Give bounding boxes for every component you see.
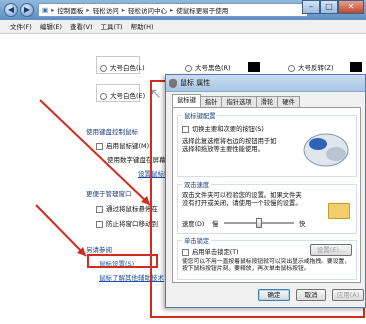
button-config-heading: 鼠标键配置: [182, 111, 218, 120]
double-click-heading: 双击速度: [182, 180, 212, 189]
speed-label: 速度(D): [182, 221, 205, 228]
dialog-tabs: 鼠标键 指针 指针选项 滑轮 硬件: [172, 94, 300, 107]
click-lock-group: 单击锁定 启用单击锁定(T) 设置(E)... 使您可以不用一直按着鼠标按钮就可…: [177, 236, 357, 280]
click-lock-heading: 单击锁定: [182, 236, 212, 245]
tab-pointer-options[interactable]: 指针选项: [221, 96, 257, 107]
switch-buttons-option[interactable]: 切换主要和次要的按钮(S): [182, 124, 264, 133]
checkbox[interactable]: [182, 248, 189, 256]
slow-label: 慢: [212, 221, 219, 228]
buttons-tab-panel: 鼠标键配置 切换主要和次要的按钮(S) 选择此复选框将右边的按钮用于如选择和拖放…: [172, 107, 361, 283]
tab-pointers[interactable]: 指针: [199, 96, 223, 107]
arrow-line-bottom: [35, 204, 87, 257]
double-click-desc: 双击文件夹可以检验您的设置。如果文件夹没有打开或关闭，请使用一个较慢的设置。: [182, 192, 302, 207]
click-lock-settings-button[interactable]: 设置(E)...: [310, 244, 352, 256]
dialog-title: 鼠标 属性: [180, 79, 211, 87]
double-click-group: 双击速度 双击文件夹可以检验您的设置。如果文件夹没有打开或关闭，请使用一个较慢的…: [177, 180, 357, 234]
tab-wheel[interactable]: 滑轮: [255, 96, 279, 107]
fast-label: 快: [299, 221, 306, 228]
button-config-group: 鼠标键配置 切换主要和次要的按钮(S) 选择此复选框将右边的按钮用于如选择和拖放…: [177, 111, 357, 177]
arrow-line-top: [39, 99, 151, 206]
ok-button[interactable]: 确定: [258, 289, 290, 301]
mouse-image-icon: [303, 133, 349, 167]
tab-hardware[interactable]: 硬件: [277, 96, 300, 107]
speed-slider-thumb[interactable]: [256, 218, 262, 228]
apply-button[interactable]: 应用(A): [332, 289, 364, 301]
click-lock-option[interactable]: 启用单击锁定(T): [182, 247, 239, 256]
cancel-button[interactable]: 取消: [296, 289, 326, 301]
switch-buttons-desc: 选择此复选框将右边的按钮用于如选择和拖放等主要性能使用。: [182, 138, 277, 153]
tab-buttons[interactable]: 鼠标键: [172, 94, 201, 107]
mouse-properties-dialog: 鼠标 属性 鼠标键 指针 指针选项 滑轮 硬件 鼠标键配置 切换主要和次要的按钮…: [165, 74, 366, 308]
click-lock-desc: 使您可以不用一直按着鼠标按钮就可以突出显示或拖拽。要设置，按下鼠标按钮片刻。要释…: [182, 259, 351, 272]
checkbox[interactable]: [182, 125, 189, 133]
dialog-titlebar: 鼠标 属性: [166, 75, 365, 92]
mouse-icon: [169, 79, 177, 88]
test-folder-icon[interactable]: [328, 203, 350, 219]
